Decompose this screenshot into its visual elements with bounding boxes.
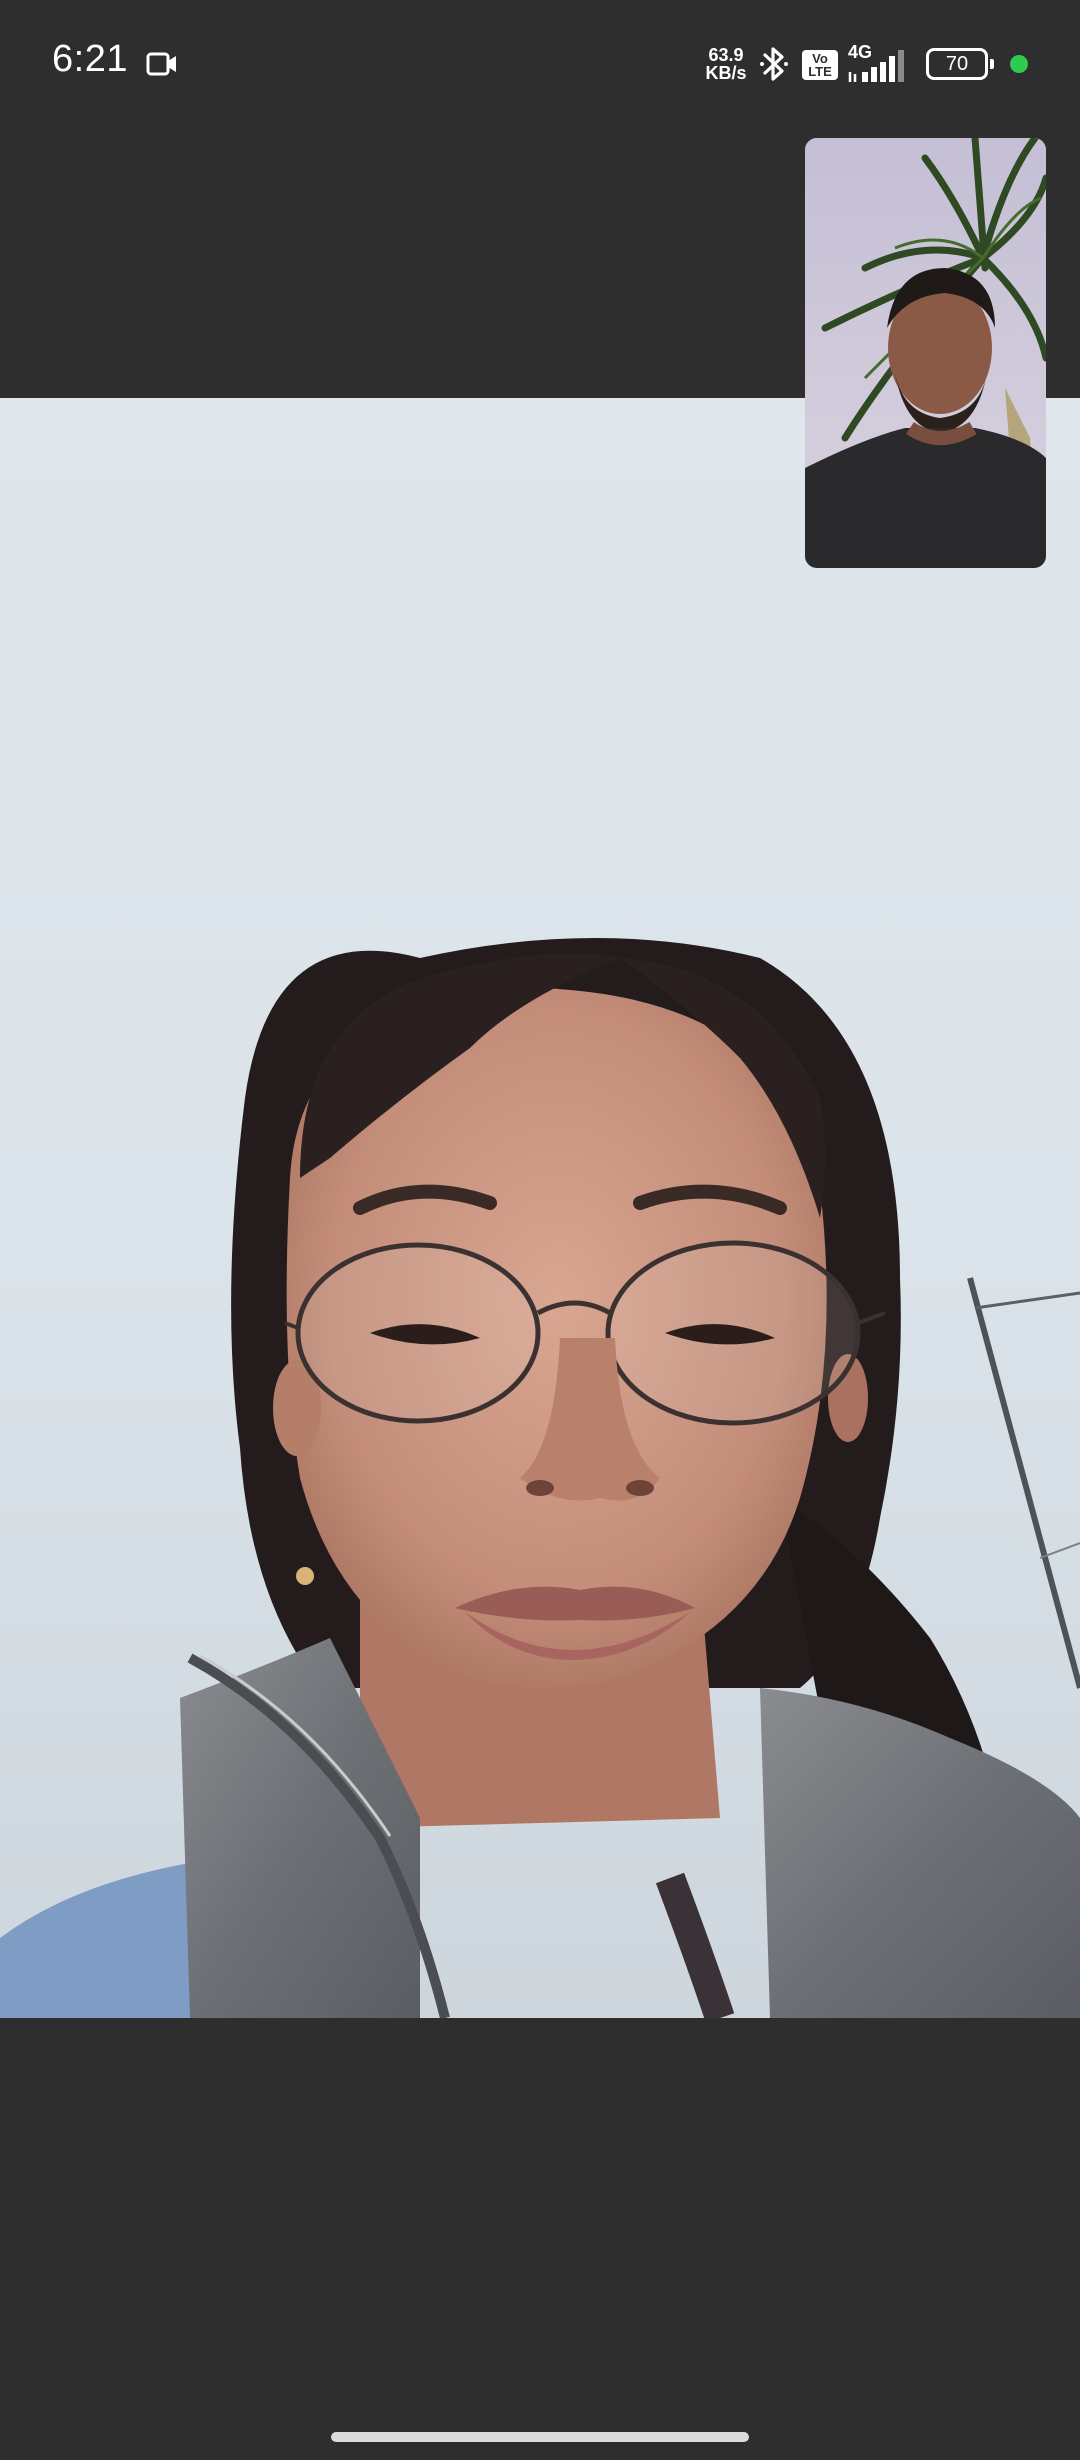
video-call-screen: 6:21 63.9 KB/s Vo LTE 4G 70 (0, 0, 1080, 2460)
self-view-preview[interactable] (805, 138, 1046, 568)
video-camera-icon (146, 52, 176, 76)
call-controls-area (0, 2018, 1080, 2418)
battery-level: 70 (945, 53, 969, 75)
status-time: 6:21 (52, 38, 128, 80)
bluetooth-icon (760, 47, 788, 81)
network-speed: 63.9 KB/s (700, 46, 752, 82)
volte-bottom-label: LTE (808, 64, 832, 79)
self-view-image (805, 138, 1046, 568)
battery-icon: 70 (926, 48, 994, 80)
remote-video-feed[interactable] (0, 398, 1080, 2018)
network-speed-unit: KB/s (705, 63, 747, 83)
remote-video-image (0, 398, 1080, 2018)
network-speed-value: 63.9 (708, 45, 744, 65)
status-bar: 6:21 63.9 KB/s Vo LTE 4G 70 (0, 0, 1080, 130)
signal-icon (848, 50, 904, 82)
home-indicator[interactable] (331, 2432, 749, 2442)
volte-icon: Vo LTE (802, 50, 838, 80)
privacy-indicator-dot (1010, 55, 1028, 73)
